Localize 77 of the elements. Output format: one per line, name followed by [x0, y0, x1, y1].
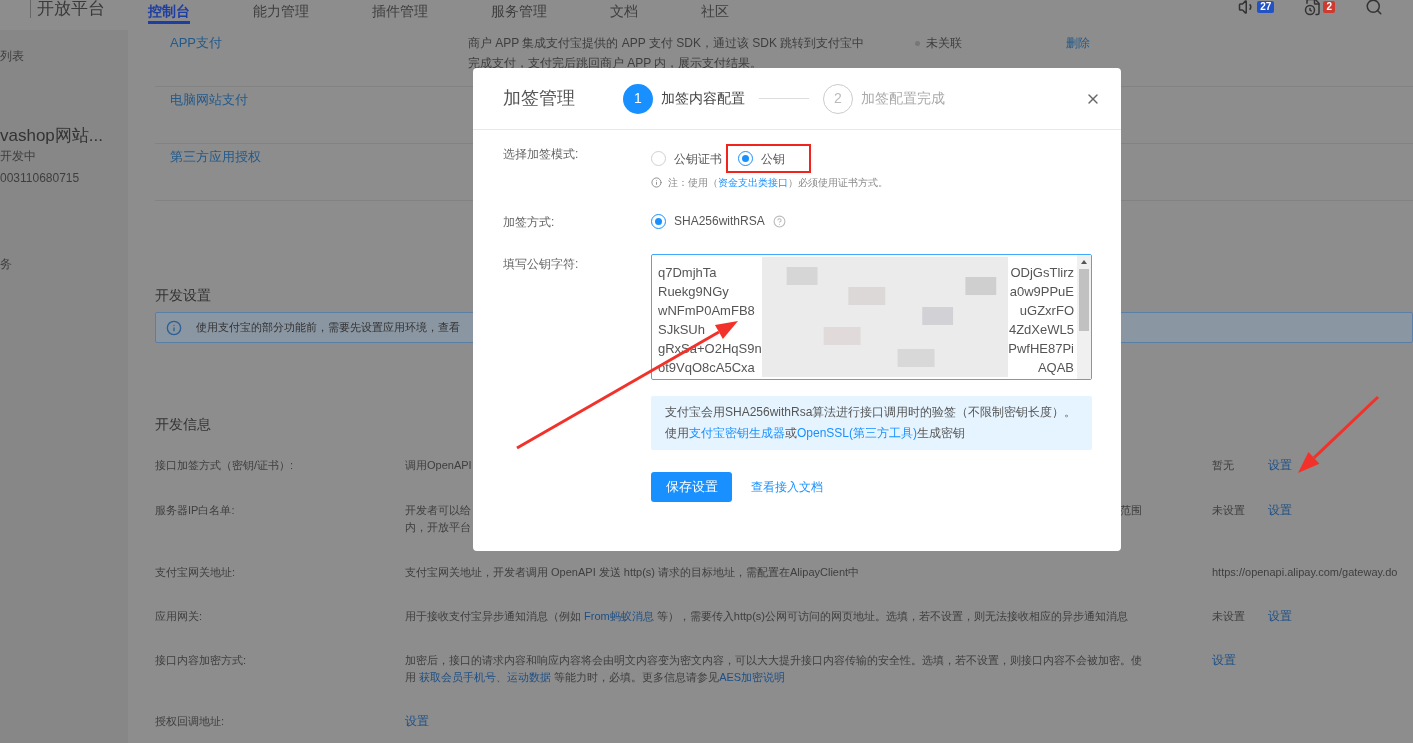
app-status: 开发中 [0, 148, 36, 164]
key-text: ot9VqO8cA5Cxa [658, 359, 756, 377]
delete-link[interactable]: 删除 [1066, 33, 1090, 53]
nav-tab[interactable]: 文档 [610, 0, 638, 24]
notice-text: 使用支付宝的部分功能前，需要先设置应用环境，查看 [196, 320, 460, 336]
product-link[interactable]: 第三方应用授权 [170, 147, 468, 167]
form-label: 加签方式: [503, 214, 556, 231]
field-value: 未设置 [1212, 503, 1246, 518]
nav-tab[interactable]: 社区 [701, 0, 729, 24]
info-text: 支付宝会用SHA256withRsa算法进行接口调用时的验签（不限制密钥长度）。使用支付宝密钥生成器或OpenSSL(第三方工具)生成密钥 [665, 405, 1077, 440]
key-text: 4ZdXeWL5 [1008, 321, 1074, 339]
key-text: SJkSUh [658, 321, 706, 339]
settings-link[interactable]: 设置 [1268, 457, 1292, 474]
field-description: 用 获取会员手机号、运动数据 等能力时，必填。更多信息请参见AES加密说明 [405, 670, 786, 685]
field-label: 应用网关: [155, 609, 204, 624]
step-label: 加签配置完成 [861, 89, 945, 108]
settings-link[interactable]: 设置 [1268, 502, 1292, 519]
field-description: 加密后，接口的请求内容和响应内容将会由明文内容变为密文内容，可以大大提升接口内容传输的安全性。选填，若不设置，则接口内容不会被加密。使 [405, 653, 1142, 668]
settings-link[interactable]: 设置 [1268, 608, 1292, 625]
info-icon [651, 177, 662, 188]
key-text: PwfHE87Pi [1008, 340, 1074, 358]
settings-link[interactable]: 设置 [405, 713, 429, 730]
radio-label: SHA256withRSA [674, 213, 765, 230]
save-button[interactable]: 保存设置 [651, 472, 732, 502]
field-description: 调用OpenAPI [405, 458, 472, 473]
radio-label: 公钥 [761, 150, 785, 168]
field-label: 服务器IP白名单: [155, 503, 236, 518]
key-text: a0w9PPuE [1009, 283, 1074, 301]
key-text: AQAB [1037, 359, 1074, 377]
field-label: 授权回调地址: [155, 714, 226, 729]
key-text: Ruekg9NGy [658, 283, 730, 301]
brand-title: 开放平台 [30, 0, 105, 18]
step-number: 1 [623, 83, 653, 114]
field-description: 用于接收支付宝异步通知消息（例如 From蚂蚁消息 等），需要传入http(s)公网可访问的网页地址。选填，若不设置，则无法接收相应的异步通知消息 [405, 609, 1128, 624]
field-value: 暂无 [1212, 458, 1235, 473]
field-label: 接口内容加密方式: [155, 653, 248, 668]
product-link[interactable]: 电脑网站支付 [170, 90, 468, 110]
section-title: 开发信息 [155, 415, 211, 434]
product-description: 完成支付，支付完后跳回商户 APP 内，展示支付结果。 [468, 55, 764, 72]
step-label: 加签内容配置 [661, 89, 745, 108]
field-description: 支付宝网关地址，开发者调用 OpenAPI 发送 http(s) 请求的目标地址，需配置在AlipayClient中 [405, 565, 860, 580]
schedule-icon[interactable] [1304, 0, 1323, 16]
nav-tab[interactable]: 插件管理 [372, 0, 428, 24]
dialog-title: 加签管理 [503, 87, 576, 110]
field-value: https://openapi.alipay.com/gateway.do [1212, 565, 1398, 580]
field-label: 接口加签方式（密钥/证书）: [155, 458, 295, 473]
radio-label: 公钥证书 [674, 150, 722, 168]
field-description: 内，开放平台 [405, 520, 471, 535]
section-title: 开发设置 [155, 286, 211, 306]
field-description: 开发者可以给 [405, 503, 471, 518]
form-label: 填写公钥字符: [503, 256, 580, 273]
key-text: uGZxrFO [1019, 302, 1074, 320]
count-badge: 2 [1323, 1, 1335, 13]
key-text: ODjGsTlirz [1010, 264, 1074, 282]
nav-tab[interactable]: 控制台 [148, 0, 190, 24]
count-badge: 27 [1257, 1, 1275, 13]
product-link[interactable]: APP支付 [170, 33, 468, 53]
field-description: 范围 [1120, 503, 1142, 518]
key-text: wNFmP0AmFB8 [658, 302, 756, 320]
app-id: 003110680715 [0, 170, 80, 186]
sidebar-item[interactable]: 务 [0, 256, 12, 272]
note-text: 注：使用（资金支出类接口）必须使用证书方式。 [668, 176, 888, 190]
scroll-thumb[interactable] [1079, 269, 1089, 331]
search-icon[interactable] [1365, 0, 1383, 16]
nav-tab[interactable]: 能力管理 [253, 0, 309, 24]
info-icon [166, 319, 182, 336]
settings-link[interactable]: 设置 [1212, 652, 1236, 669]
sidebar-item[interactable]: 列表 [0, 48, 24, 64]
key-text: q7DmjhTa [658, 264, 718, 282]
docs-link[interactable]: 查看接入文档 [751, 478, 823, 496]
field-value: 未设置 [1212, 609, 1246, 624]
app-name: vashop网站... [0, 128, 103, 144]
product-description: 商户 APP 集成支付宝提供的 APP 支付 SDK，通过该 SDK 跳转到支付宝中 [468, 35, 866, 52]
nav-tab[interactable]: 服务管理 [491, 0, 547, 24]
status-label: 未关联 [915, 33, 1066, 53]
field-label: 支付宝网关地址: [155, 565, 237, 580]
form-label: 选择加签模式: [503, 146, 580, 163]
